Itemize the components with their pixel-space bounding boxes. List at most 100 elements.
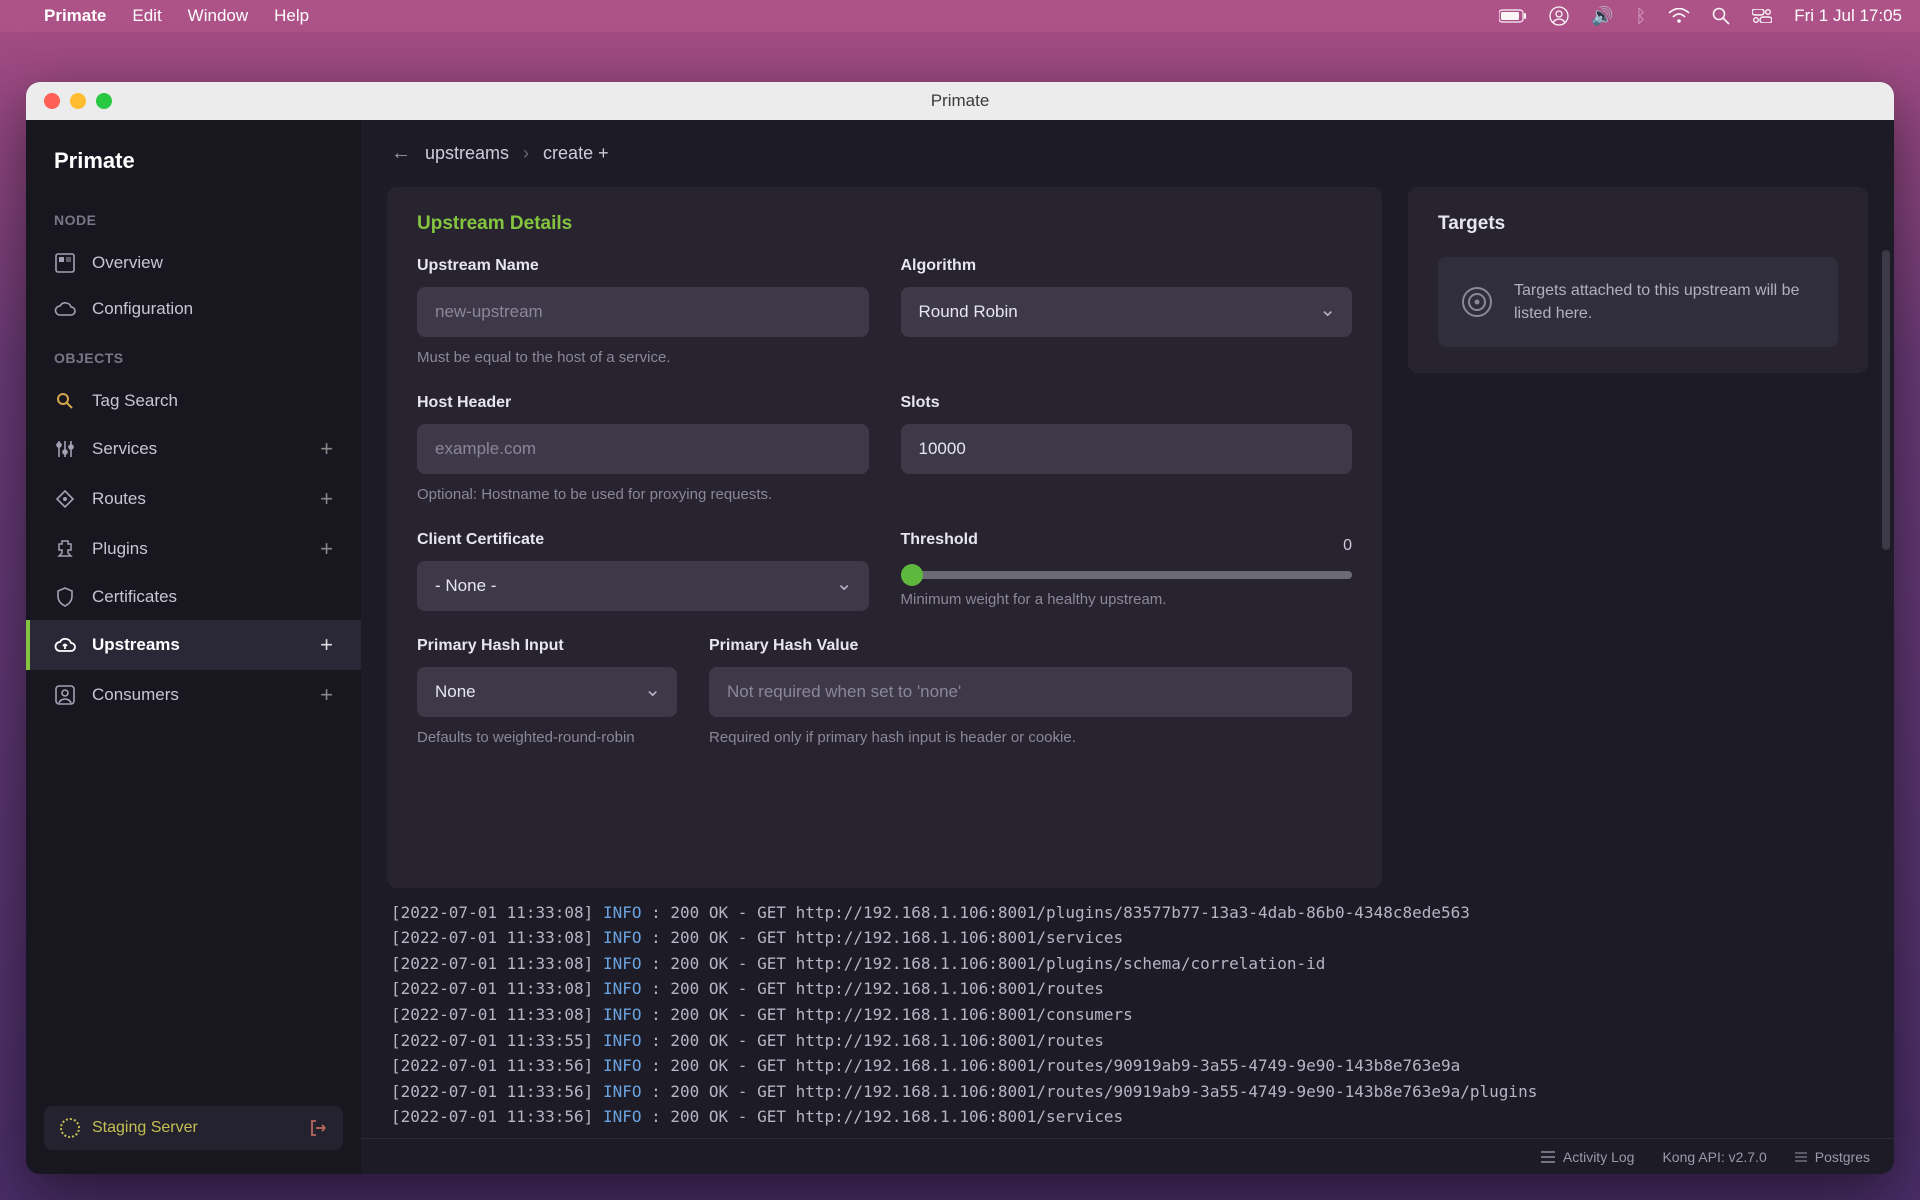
wifi-icon[interactable] <box>1668 8 1690 24</box>
label-threshold: Threshold <box>901 531 978 549</box>
slots-input[interactable] <box>901 424 1353 474</box>
log-line: [2022-07-01 11:33:56] INFO : 200 OK - GE… <box>391 1053 1872 1079</box>
sidebar: Primate NODE Overview Configuration OBJE… <box>26 120 361 1174</box>
sidebar-title: Primate <box>26 148 361 194</box>
menubar-clock[interactable]: Fri 1 Jul 17:05 <box>1794 6 1902 26</box>
targets-empty-state: Targets attached to this upstream will b… <box>1438 257 1838 347</box>
menubar-item-window[interactable]: Window <box>188 6 248 26</box>
threshold-slider[interactable] <box>901 571 1353 579</box>
breadcrumb-back-button[interactable]: ← <box>391 142 411 165</box>
menubar-app[interactable]: Primate <box>44 6 106 26</box>
plugin-icon <box>54 538 76 560</box>
label-client-cert: Client Certificate <box>417 531 869 549</box>
sidebar-item-tag-search[interactable]: Tag Search <box>26 378 361 424</box>
volume-icon[interactable]: 🔊 <box>1591 6 1613 27</box>
help-threshold: Minimum weight for a healthy upstream. <box>901 589 1353 610</box>
sidebar-item-routes[interactable]: Routes + <box>26 474 361 524</box>
field-client-cert: Client Certificate - None - <box>417 531 869 611</box>
log-line: [2022-07-01 11:33:08] INFO : 200 OK - GE… <box>391 925 1872 951</box>
status-api-version: Kong API: v2.7.0 <box>1662 1149 1766 1165</box>
control-center-icon[interactable] <box>1752 9 1772 23</box>
host-header-input[interactable] <box>417 424 869 474</box>
add-upstream-button[interactable]: + <box>320 632 333 658</box>
add-route-button[interactable]: + <box>320 486 333 512</box>
search-icon <box>54 390 76 412</box>
sidebar-item-services[interactable]: Services + <box>26 424 361 474</box>
targets-title: Targets <box>1438 213 1838 235</box>
menubar-item-edit[interactable]: Edit <box>132 6 161 26</box>
breadcrumb-root[interactable]: upstreams <box>425 143 509 164</box>
add-service-button[interactable]: + <box>320 436 333 462</box>
sidebar-item-plugins[interactable]: Plugins + <box>26 524 361 574</box>
dashboard-icon <box>54 252 76 274</box>
sidebar-item-upstreams[interactable]: Upstreams + <box>26 620 361 670</box>
upstream-form-panel: Upstream Details Upstream Name Must be e… <box>387 187 1382 888</box>
menubar-item-help[interactable]: Help <box>274 6 309 26</box>
sidebar-item-label: Routes <box>92 489 146 509</box>
list-icon <box>1541 1151 1555 1163</box>
add-plugin-button[interactable]: + <box>320 536 333 562</box>
content-scrollbar[interactable] <box>1882 250 1890 550</box>
log-line: [2022-07-01 11:33:08] INFO : 200 OK - GE… <box>391 976 1872 1002</box>
user-icon[interactable] <box>1549 6 1569 26</box>
logout-icon[interactable] <box>309 1119 327 1137</box>
spotlight-icon[interactable] <box>1712 7 1730 25</box>
cloud-icon <box>54 298 76 320</box>
targets-panel: Targets Targets attached to this upstrea… <box>1408 187 1868 373</box>
server-selector[interactable]: Staging Server <box>44 1106 343 1150</box>
label-primary-hash-value: Primary Hash Value <box>709 637 1352 655</box>
field-slots: Slots <box>901 394 1353 505</box>
algorithm-select[interactable]: Round Robin <box>901 287 1353 337</box>
help-upstream-name: Must be equal to the host of a service. <box>417 347 869 368</box>
target-icon <box>1460 285 1494 319</box>
window-titlebar: Primate <box>26 82 1894 120</box>
field-primary-hash-input: Primary Hash Input None Defaults to weig… <box>417 637 677 748</box>
log-line: [2022-07-01 11:33:56] INFO : 200 OK - GE… <box>391 1079 1872 1105</box>
label-host-header: Host Header <box>417 394 869 412</box>
database-icon <box>1795 1151 1807 1163</box>
form-title: Upstream Details <box>417 213 1352 235</box>
log-line: [2022-07-01 11:33:08] INFO : 200 OK - GE… <box>391 951 1872 977</box>
primary-hash-value-input[interactable] <box>709 667 1352 717</box>
activity-log[interactable]: [2022-07-01 11:33:08] INFO : 200 OK - GE… <box>361 888 1894 1138</box>
battery-icon[interactable] <box>1499 9 1527 23</box>
sidebar-section-objects: OBJECTS <box>26 332 361 378</box>
window-minimize-button[interactable] <box>70 93 86 109</box>
field-upstream-name: Upstream Name Must be equal to the host … <box>417 257 869 368</box>
targets-empty-text: Targets attached to this upstream will b… <box>1514 279 1816 325</box>
server-name: Staging Server <box>92 1119 198 1137</box>
help-primary-hash-input: Defaults to weighted-round-robin <box>417 727 677 748</box>
breadcrumb: ← upstreams › create + <box>361 120 1894 187</box>
log-line: [2022-07-01 11:33:55] INFO : 200 OK - GE… <box>391 1028 1872 1054</box>
primary-hash-input-select[interactable]: None <box>417 667 677 717</box>
window-close-button[interactable] <box>44 93 60 109</box>
sidebar-item-label: Certificates <box>92 587 177 607</box>
window-title: Primate <box>26 91 1894 111</box>
label-slots: Slots <box>901 394 1353 412</box>
sidebar-item-overview[interactable]: Overview <box>26 240 361 286</box>
bluetooth-off-icon[interactable]: ᛒ <box>1635 6 1646 27</box>
add-consumer-button[interactable]: + <box>320 682 333 708</box>
slider-thumb[interactable] <box>901 564 923 586</box>
sidebar-item-configuration[interactable]: Configuration <box>26 286 361 332</box>
user-square-icon <box>54 684 76 706</box>
window-zoom-button[interactable] <box>96 93 112 109</box>
status-activity-label: Activity Log <box>1563 1149 1635 1165</box>
sidebar-item-label: Consumers <box>92 685 179 705</box>
help-primary-hash-value: Required only if primary hash input is h… <box>709 727 1352 748</box>
field-threshold: Threshold 0 Minimum weight for a healthy… <box>901 531 1353 611</box>
status-activity-log[interactable]: Activity Log <box>1541 1149 1635 1165</box>
breadcrumb-leaf: create + <box>543 143 609 164</box>
route-icon <box>54 488 76 510</box>
sliders-icon <box>54 438 76 460</box>
client-cert-select[interactable]: - None - <box>417 561 869 611</box>
field-algorithm: Algorithm Round Robin <box>901 257 1353 368</box>
help-host-header: Optional: Hostname to be used for proxyi… <box>417 484 869 505</box>
log-line: [2022-07-01 11:33:08] INFO : 200 OK - GE… <box>391 1002 1872 1028</box>
label-algorithm: Algorithm <box>901 257 1353 275</box>
upstream-name-input[interactable] <box>417 287 869 337</box>
sidebar-item-certificates[interactable]: Certificates <box>26 574 361 620</box>
label-upstream-name: Upstream Name <box>417 257 869 275</box>
chevron-right-icon: › <box>523 143 529 164</box>
sidebar-item-consumers[interactable]: Consumers + <box>26 670 361 720</box>
